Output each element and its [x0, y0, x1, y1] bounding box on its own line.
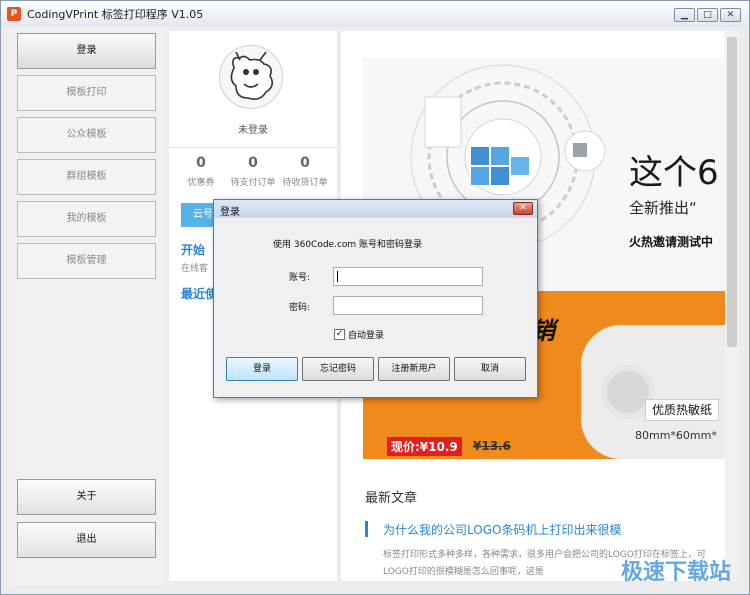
exit-button[interactable]: 退出	[17, 522, 156, 558]
sidebar-item-my-templates[interactable]: 我的模板	[17, 201, 156, 237]
close-button[interactable]: ✕	[720, 8, 741, 22]
stat-value: 0	[300, 155, 310, 171]
start-subtitle: 在线客	[181, 264, 209, 274]
site-watermark: 极速下载站	[620, 560, 731, 585]
dialog-cancel-button[interactable]: 取消	[454, 357, 526, 381]
account-input[interactable]	[333, 267, 483, 286]
maximize-button[interactable]: □	[697, 8, 718, 22]
password-input[interactable]	[333, 296, 483, 315]
sidebar-item-public-templates[interactable]: 公众模板	[17, 117, 156, 153]
article-accent-bar	[365, 521, 368, 537]
banner-subline: 全新推出“	[629, 199, 697, 217]
account-label: 账号:	[289, 273, 311, 283]
stat-pending-delivery[interactable]: 0 待收货订单	[277, 155, 333, 188]
register-button[interactable]: 注册新用户	[378, 357, 450, 381]
text-caret	[337, 271, 338, 282]
start-heading[interactable]: 开始	[181, 241, 205, 258]
minimize-button[interactable]: ▁	[674, 8, 695, 22]
stat-label: 待收货订单	[282, 178, 328, 188]
auto-login-checkbox[interactable]: ✓	[334, 329, 345, 340]
dialog-login-button[interactable]: 登录	[226, 357, 298, 381]
window-controls: ▁ □ ✕	[674, 8, 741, 22]
articles-heading: 最新文章	[365, 491, 418, 506]
dialog-close-button[interactable]: ✕	[513, 202, 533, 215]
scrollbar-thumb[interactable]	[727, 37, 737, 347]
sidebar-item-group-templates[interactable]: 群组模板	[17, 159, 156, 195]
stat-value: 0	[196, 155, 206, 171]
dialog-intro-text: 使用 360Code.com 账号和密码登录	[273, 240, 423, 250]
recent-heading[interactable]: 最近使	[181, 285, 217, 302]
sidebar-item-template-print[interactable]: 模板打印	[17, 75, 156, 111]
dialog-body: 使用 360Code.com 账号和密码登录 账号: 密码: ✓ 自动登录 登录…	[217, 218, 534, 396]
stat-value: 0	[248, 155, 258, 171]
banner-headline: 这个6	[629, 153, 719, 193]
old-price: ¥13.6	[473, 439, 511, 453]
sidebar-item-login[interactable]: 登录	[17, 33, 156, 69]
stat-label: 待支付订单	[230, 178, 276, 188]
dialog-title-bar[interactable]: 登录 ✕	[214, 200, 537, 218]
stat-label: 优惠券	[187, 178, 215, 188]
stat-unpaid-orders[interactable]: 0 待支付订单	[225, 155, 281, 188]
login-dialog: 登录 ✕ 使用 360Code.com 账号和密码登录 账号: 密码: ✓ 自动…	[213, 199, 538, 398]
stat-coupons[interactable]: 0 优惠券	[173, 155, 229, 188]
title-bar[interactable]: P CodingVPrint 标签打印程序 V1.05 ▁ □ ✕	[1, 1, 749, 27]
goat-mascot-icon	[230, 51, 274, 100]
auto-login-label: 自动登录	[348, 331, 385, 341]
avatar[interactable]	[219, 45, 283, 109]
app-window: P CodingVPrint 标签打印程序 V1.05 ▁ □ ✕ 登录 模板打…	[0, 0, 750, 595]
app-logo-icon: P	[7, 7, 21, 21]
dialog-title: 登录	[220, 207, 240, 218]
article-title-link[interactable]: 为什么我的公司LOGO条码机上打印出来很模	[383, 521, 621, 538]
promo-size: 80mm*60mm*	[635, 429, 717, 442]
content-scrollbar[interactable]	[725, 31, 739, 581]
promo-tag: 优质热敏纸	[645, 399, 720, 421]
auto-login-option[interactable]: ✓ 自动登录	[334, 328, 384, 341]
forgot-password-button[interactable]: 忘记密码	[302, 357, 374, 381]
password-label: 密码:	[289, 303, 311, 313]
about-button[interactable]: 关于	[17, 479, 156, 515]
login-status: 未登录	[238, 125, 268, 136]
sidebar-item-template-manage[interactable]: 模板管理	[17, 243, 156, 279]
sidebar: 登录 模板打印 公众模板 群组模板 我的模板 模板管理 关于 退出	[9, 27, 165, 585]
banner-invite: 火热邀请测试中	[629, 235, 714, 249]
window-title: CodingVPrint 标签打印程序 V1.05	[27, 8, 204, 21]
current-price: 现价:¥10.9	[387, 437, 462, 456]
divider	[169, 147, 337, 148]
